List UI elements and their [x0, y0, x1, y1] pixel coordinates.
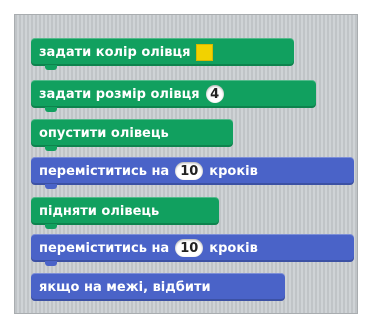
block-label: переміститись на [39, 240, 170, 256]
pen-size-input[interactable]: 4 [205, 85, 224, 103]
pen-up-block[interactable]: підняти олівець [31, 197, 219, 229]
block-label-suffix: кроків [209, 240, 258, 256]
move-steps-block[interactable]: переміститись на 10 кроків [31, 234, 354, 266]
set-pen-size-block[interactable]: задати розмір олівця 4 [31, 80, 316, 112]
pen-down-block[interactable]: опустити олівець [31, 119, 233, 151]
block-label: задати колір олівця [39, 44, 191, 60]
pen-color-swatch[interactable] [196, 43, 214, 61]
block-label: опустити олівець [39, 125, 169, 141]
block-label-suffix: кроків [209, 163, 258, 179]
steps-input[interactable]: 10 [175, 162, 204, 180]
block-label: якщо на межі, відбити [39, 279, 211, 295]
block-label: задати розмір олівця [39, 86, 200, 102]
set-pen-color-block[interactable]: задати колір олівця [31, 38, 294, 70]
block-label: переміститись на [39, 163, 170, 179]
if-on-edge-bounce-block[interactable]: якщо на межі, відбити [31, 273, 285, 301]
block-label: підняти олівець [39, 203, 160, 219]
steps-input[interactable]: 10 [175, 239, 204, 257]
move-steps-block[interactable]: переміститись на 10 кроків [31, 157, 354, 189]
